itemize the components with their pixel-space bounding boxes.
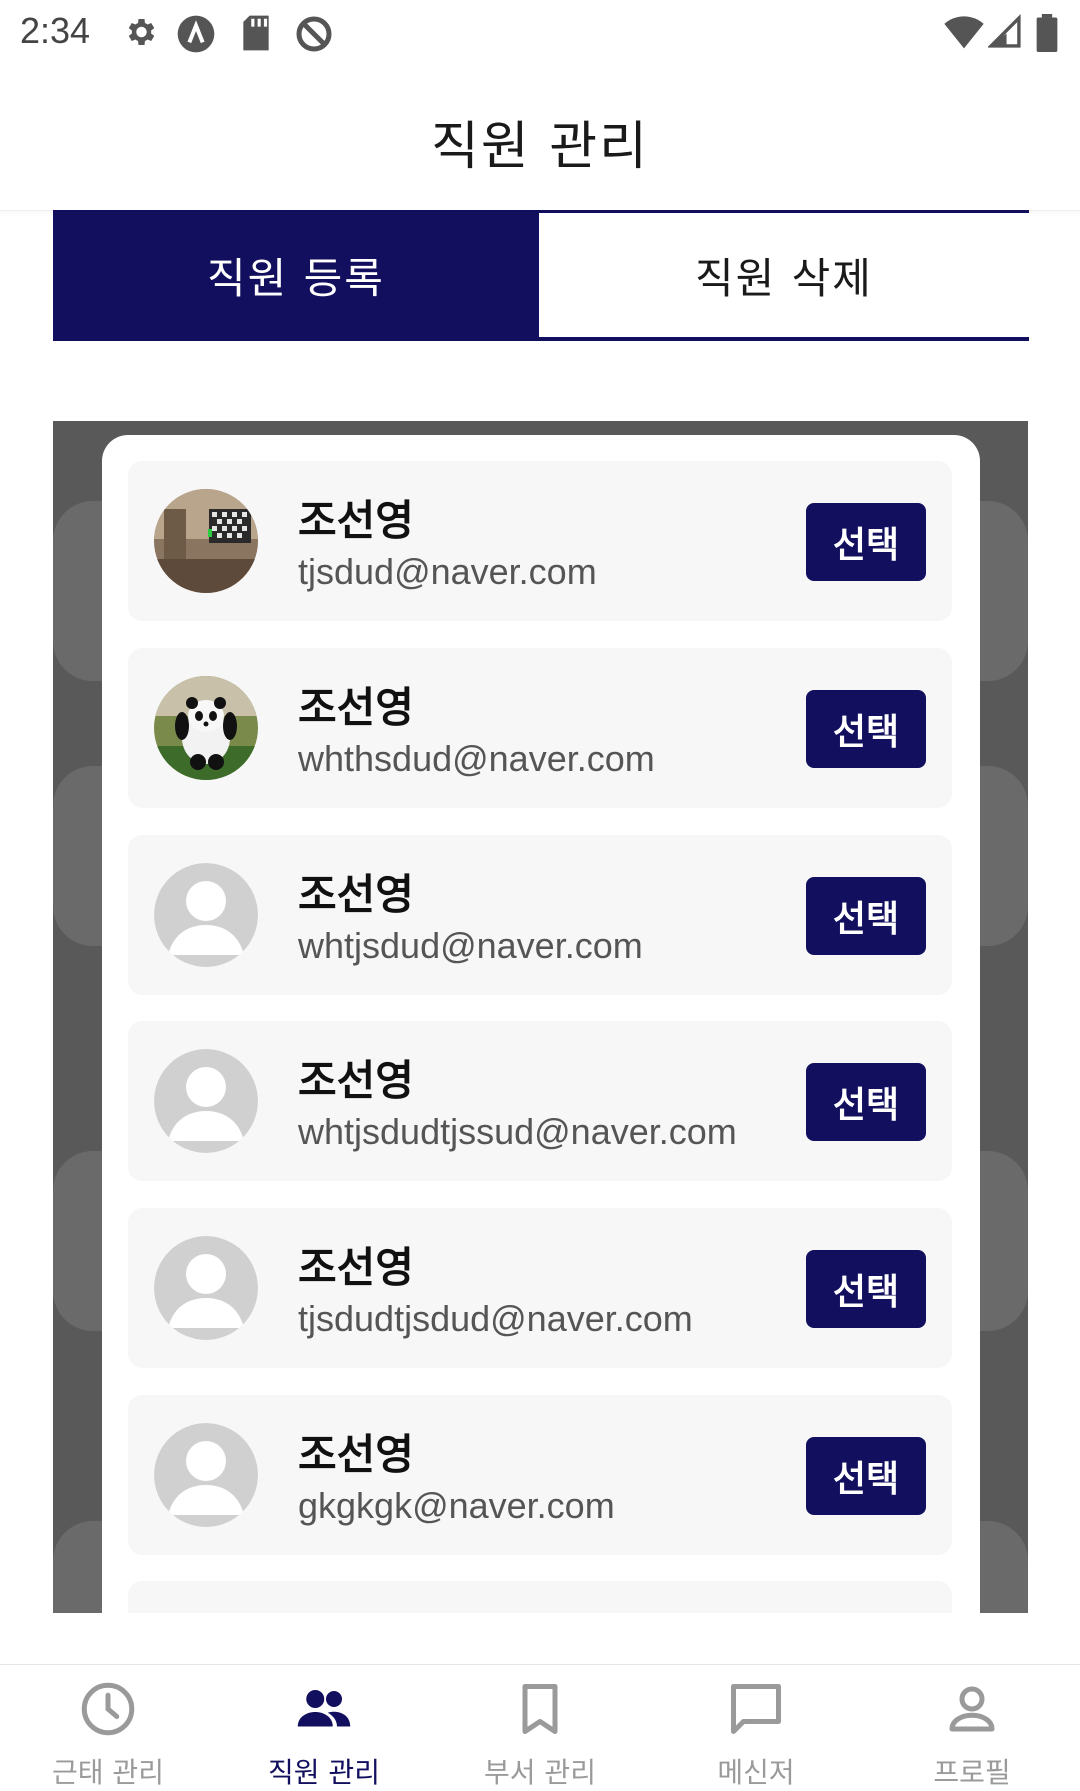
nav-item-employees[interactable]: 직원 관리 xyxy=(216,1665,432,1789)
page-title: 직원 관리 xyxy=(431,117,649,177)
employee-name: 조선영 xyxy=(298,1243,414,1292)
employee-email: whtjsdudtjssud@naver.com xyxy=(298,1111,737,1152)
employee-select-modal: 조선영 tjsdud@naver.com 선택 조선영 whthsdud@nav… xyxy=(102,435,980,1613)
employee-row: 조선영 whtjsdudtjssud@naver.com 선택 xyxy=(128,1021,952,1181)
employee-name: 조선영 xyxy=(298,1430,414,1479)
people-icon xyxy=(297,1690,351,1727)
employee-row: 조선영 gkgkgk@naver.com 선택 xyxy=(128,1395,952,1555)
nav-item-messenger[interactable]: 메신저 xyxy=(648,1665,864,1789)
person-icon xyxy=(949,1686,995,1732)
employee-name: 조선영 xyxy=(298,683,414,732)
select-button[interactable]: 선택 xyxy=(806,1063,926,1141)
select-button[interactable]: 선택 xyxy=(806,1250,926,1328)
battery-icon xyxy=(1036,14,1058,52)
nav-label: 프로필 xyxy=(933,1756,1011,1789)
tab-employee-delete[interactable]: 직원 삭제 xyxy=(539,210,1029,341)
employee-row: 조선영 whtjsdud@naver.com 선택 xyxy=(128,835,952,995)
nav-item-departments[interactable]: 부서 관리 xyxy=(432,1665,648,1789)
avatar-room-photo xyxy=(154,489,258,593)
tab-bar: 직원 등록 직원 삭제 xyxy=(53,210,1029,341)
employee-email: gkgkgk@naver.com xyxy=(298,1485,615,1526)
employee-email: tjsdudtjsdud@naver.com xyxy=(298,1298,693,1339)
bookmark-icon xyxy=(522,1684,558,1734)
select-button[interactable]: 선택 xyxy=(806,1437,926,1515)
default-avatar-icon xyxy=(154,863,258,967)
signal-icon xyxy=(988,14,1021,48)
status-time: 2:34 xyxy=(20,10,91,51)
select-button[interactable]: 선택 xyxy=(806,503,926,581)
default-avatar-icon xyxy=(154,1423,258,1527)
employee-email: whtjsdud@naver.com xyxy=(298,925,643,966)
sd-card-icon xyxy=(243,15,269,51)
employee-name: 조선영 xyxy=(298,1056,414,1105)
nav-item-profile[interactable]: 프로필 xyxy=(864,1665,1080,1789)
select-button[interactable]: 선택 xyxy=(806,877,926,955)
clock-icon xyxy=(81,1682,135,1736)
nav-label: 메신저 xyxy=(717,1756,795,1789)
app-a-icon xyxy=(177,15,215,53)
avatar-panda-photo xyxy=(154,676,258,780)
employee-name: 조선영 xyxy=(298,870,414,919)
tab-employee-register[interactable]: 직원 등록 xyxy=(53,210,539,341)
employee-email: whthsdud@naver.com xyxy=(298,738,655,779)
bottom-navigation: 근태 관리 직원 관리 부서 관리 메신저 프로필 xyxy=(0,1664,1080,1789)
employee-row: 조선영 tjsdudtjsdud@naver.com 선택 xyxy=(128,1208,952,1368)
nav-label: 직원 관리 xyxy=(268,1756,380,1789)
default-avatar-icon xyxy=(154,1049,258,1153)
select-button[interactable]: 선택 xyxy=(806,690,926,768)
app-header: 직원 관리 xyxy=(0,64,1080,211)
nav-label: 부서 관리 xyxy=(484,1756,596,1789)
nav-item-attendance[interactable]: 근태 관리 xyxy=(0,1665,216,1789)
employee-email: tjsdud@naver.com xyxy=(298,551,597,592)
nav-label: 근태 관리 xyxy=(52,1756,164,1789)
employee-row: 조선영 tjsdud@naver.com 선택 xyxy=(128,461,952,621)
employee-row: 조선영 whthsdud@naver.com 선택 xyxy=(128,648,952,808)
default-avatar-icon xyxy=(154,1236,258,1340)
wifi-icon xyxy=(944,16,984,49)
sync-off-icon xyxy=(296,16,332,52)
employee-name: 조선영 xyxy=(298,496,414,545)
employee-row-partial xyxy=(128,1581,952,1613)
chat-icon xyxy=(731,1684,781,1734)
settings-icon xyxy=(128,18,155,46)
status-bar: 2:34 xyxy=(0,0,1080,64)
